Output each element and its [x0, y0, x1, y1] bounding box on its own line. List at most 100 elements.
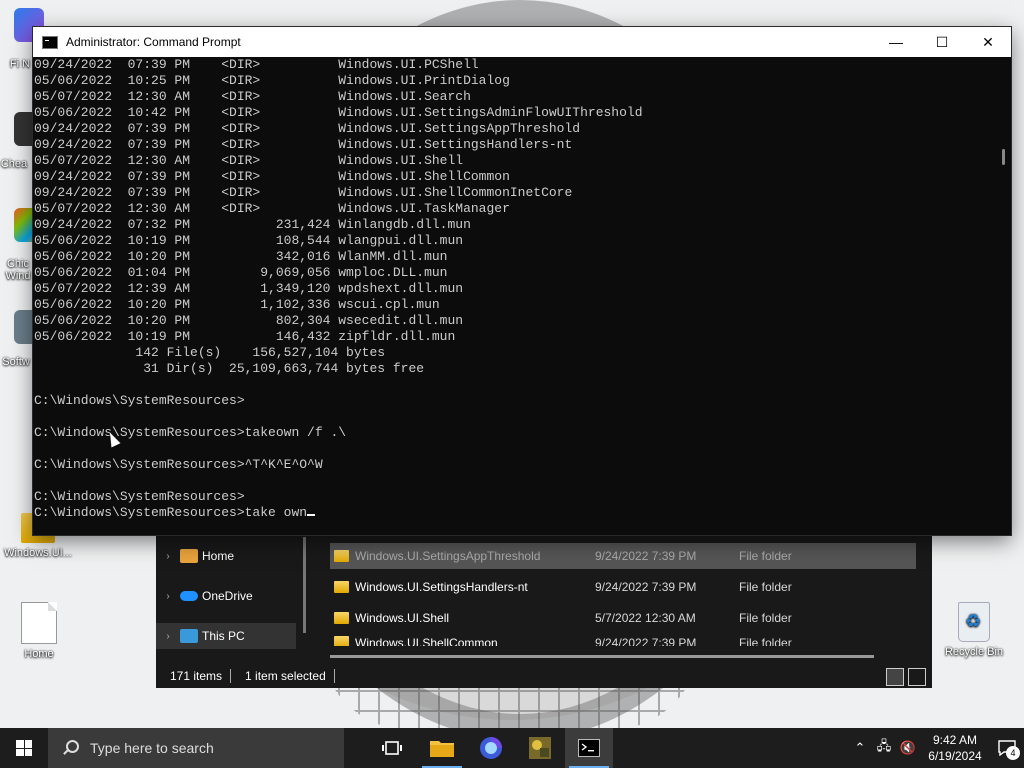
desktop-file-home[interactable]: Home: [3, 602, 75, 660]
desktop-icon-label: Home: [24, 648, 54, 660]
console-line: 05/06/2022 10:20 PM 802,304 wsecedit.dll…: [34, 313, 464, 328]
nav-item-label: This PC: [202, 629, 245, 643]
console-line: 09/24/2022 07:39 PM <DIR> Windows.UI.She…: [34, 185, 573, 200]
console-input-line[interactable]: C:\Windows\SystemResources>take own: [34, 505, 999, 521]
file-name: Windows.UI.ShellCommon: [355, 636, 498, 646]
volume-muted-icon[interactable]: 🔇: [896, 740, 920, 756]
folder-icon: [334, 550, 349, 562]
console-line: 05/06/2022 10:19 PM 146,432 zipfldr.dll.…: [34, 329, 456, 344]
console-line: 05/06/2022 01:04 PM 9,069,056 wmploc.DLL…: [34, 265, 448, 280]
console-line: 05/07/2022 12:30 AM <DIR> Windows.UI.Sea…: [34, 89, 471, 104]
chevron-right-icon[interactable]: ›: [156, 551, 180, 562]
computer-icon: [180, 629, 198, 643]
console-line: 05/07/2022 12:30 AM <DIR> Windows.UI.She…: [34, 153, 464, 168]
file-name: Windows.UI.Shell: [355, 611, 450, 625]
file-type: File folder: [739, 611, 792, 625]
nav-item-this-pc[interactable]: › This PC: [156, 623, 296, 649]
document-icon: [21, 602, 57, 644]
console-line: C:\Windows\SystemResources>takeown /f .\: [34, 425, 347, 440]
title-bar[interactable]: Administrator: Command Prompt — ☐ ✕: [33, 27, 1011, 57]
scrollbar-thumb[interactable]: [1002, 149, 1005, 165]
console-line: 05/06/2022 10:19 PM 108,544 wlangpui.dll…: [34, 233, 464, 248]
firefox-taskbar-button[interactable]: [467, 728, 515, 768]
file-explorer-window[interactable]: › Home › OneDrive › This PC Windows.UI.S…: [156, 535, 932, 688]
view-switcher: [886, 668, 926, 686]
horizontal-scrollbar[interactable]: [330, 655, 874, 658]
start-button[interactable]: [0, 728, 48, 768]
taskbar: Type here to search ⌃ 🖧 🔇 9:42 AM 6/19/2…: [0, 728, 1024, 768]
close-button[interactable]: ✕: [965, 27, 1011, 57]
console-line: 09/24/2022 07:32 PM 231,424 Winlangdb.dl…: [34, 217, 471, 232]
file-date: 9/24/2022 7:39 PM: [595, 549, 697, 563]
console-line: 09/24/2022 07:39 PM <DIR> Windows.UI.She…: [34, 169, 510, 184]
chevron-right-icon[interactable]: ›: [156, 631, 180, 642]
console-line: 05/06/2022 10:42 PM <DIR> Windows.UI.Set…: [34, 105, 643, 120]
desktop-icon-label: Softw: [2, 356, 30, 368]
console-line: 142 File(s) 156,527,104 bytes: [34, 345, 386, 360]
console-line: 05/06/2022 10:20 PM 1,102,336 wscui.cpl.…: [34, 297, 440, 312]
cmd-icon: [42, 35, 58, 49]
network-icon[interactable]: 🖧: [872, 737, 896, 759]
command-prompt-window[interactable]: Administrator: Command Prompt — ☐ ✕ 09/2…: [33, 27, 1011, 535]
console-line: 05/07/2022 12:30 AM <DIR> Windows.UI.Tas…: [34, 201, 510, 216]
console-line: 09/24/2022 07:39 PM <DIR> Windows.UI.Set…: [34, 137, 573, 152]
file-explorer-taskbar-button[interactable]: [418, 728, 466, 768]
console-line: 05/06/2022 10:20 PM 342,016 WlanMM.dll.m…: [34, 249, 448, 264]
taskbar-search[interactable]: Type here to search: [48, 728, 344, 768]
console-input-text: C:\Windows\SystemResources>take own: [34, 505, 308, 520]
recycle-bin-icon: [958, 602, 990, 642]
file-row[interactable]: Windows.UI.ShellCommon 9/24/2022 7:39 PM…: [330, 636, 916, 646]
desktop-icon-label: Chic Wind: [5, 258, 31, 282]
chevron-up-icon[interactable]: ⌃: [848, 740, 872, 756]
status-bar: 171 items 1 item selected: [156, 664, 932, 688]
item-count: 171 items: [170, 669, 223, 683]
task-view-button[interactable]: [368, 728, 416, 768]
file-type: File folder: [739, 549, 792, 563]
console-line: C:\Windows\SystemResources>: [34, 393, 245, 408]
firefox-icon: [480, 737, 502, 759]
file-row[interactable]: Windows.UI.SettingsHandlers-nt 9/24/2022…: [330, 574, 916, 600]
nav-item-home[interactable]: › Home: [156, 543, 296, 569]
chevron-right-icon[interactable]: ›: [156, 591, 180, 602]
cmd-taskbar-button[interactable]: [565, 728, 613, 768]
task-view-icon: [382, 741, 402, 755]
window-title: Administrator: Command Prompt: [66, 35, 241, 49]
nav-item-label: Home: [202, 549, 235, 563]
app-taskbar-button[interactable]: [516, 728, 564, 768]
file-name: Windows.UI.SettingsHandlers-nt: [355, 580, 528, 594]
notification-center-button[interactable]: 4: [990, 728, 1024, 768]
console-line: C:\Windows\SystemResources>^T^K^E^O^W: [34, 457, 323, 472]
home-icon: [180, 549, 198, 563]
console-line: 05/06/2022 10:25 PM <DIR> Windows.UI.Pri…: [34, 73, 510, 88]
clock[interactable]: 9:42 AM 6/19/2024: [920, 732, 990, 764]
folder-icon: [430, 741, 454, 757]
nav-item-onedrive[interactable]: › OneDrive: [156, 583, 296, 609]
large-icons-view-icon[interactable]: [908, 668, 926, 686]
search-icon: [62, 740, 79, 756]
file-type: File folder: [739, 580, 792, 594]
notification-badge: 4: [1006, 746, 1020, 760]
file-row[interactable]: Windows.UI.SettingsAppThreshold 9/24/202…: [330, 543, 916, 569]
minimize-button[interactable]: —: [873, 27, 919, 57]
cloud-icon: [180, 591, 198, 601]
vertical-scrollbar[interactable]: [999, 57, 1009, 535]
maximize-button[interactable]: ☐: [919, 27, 965, 57]
console-line: 05/07/2022 12:39 AM 1,349,120 wpdshext.d…: [34, 281, 464, 296]
file-row[interactable]: Windows.UI.Shell 5/7/2022 12:30 AM File …: [330, 605, 916, 631]
clock-date: 6/19/2024: [928, 749, 982, 763]
folder-icon: [334, 636, 349, 646]
console-line: 09/24/2022 07:39 PM <DIR> Windows.UI.Set…: [34, 121, 581, 136]
details-view-icon[interactable]: [886, 668, 904, 686]
console-output[interactable]: 09/24/2022 07:39 PM <DIR> Windows.UI.PCS…: [33, 57, 999, 535]
console-line: C:\Windows\SystemResources>: [34, 489, 245, 504]
status-separator: [333, 669, 335, 683]
console-line: 31 Dir(s) 25,109,663,744 bytes free: [34, 361, 425, 376]
selected-count: 1 item selected: [245, 669, 326, 683]
desktop-icon-label: Windows.UI...: [4, 547, 72, 559]
pane-splitter[interactable]: [303, 537, 306, 633]
desktop-recycle-bin[interactable]: Recycle Bin: [938, 602, 1010, 658]
